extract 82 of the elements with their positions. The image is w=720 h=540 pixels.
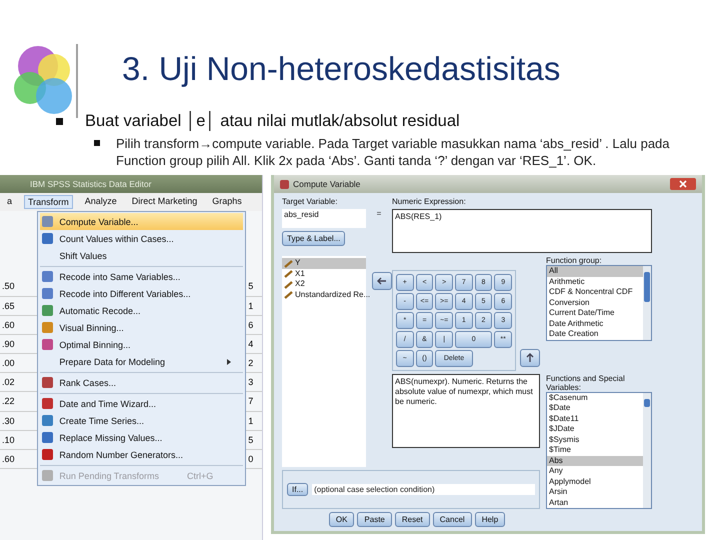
menu-item[interactable]: Count Values within Cases... — [40, 230, 244, 248]
list-item[interactable]: Current Date/Time — [547, 308, 643, 319]
list-item[interactable]: All — [547, 266, 643, 277]
type-label-button[interactable]: Type & Label... — [282, 230, 346, 246]
list-label: Function group: — [546, 256, 603, 266]
bullet-text: Buat variabel │e│ atau nilai mutlak/absolut residual — [85, 112, 460, 131]
menu-item[interactable]: Direct Marketing — [128, 195, 200, 210]
list-item[interactable]: Y — [282, 258, 366, 269]
if-button[interactable]: If... — [287, 483, 308, 496]
list-item[interactable]: Conversion — [547, 298, 643, 308]
equals-sign: = — [376, 209, 382, 220]
menu-item[interactable]: Optimal Binning... — [40, 336, 244, 354]
table-cell: 5 — [246, 430, 262, 450]
list-item[interactable]: Date Creation — [547, 329, 643, 340]
table-cell: 7 — [246, 392, 262, 412]
list-item[interactable]: Abs — [547, 456, 643, 466]
menu-item[interactable]: Shift Values — [40, 247, 244, 264]
menu-item[interactable]: Create Time Series... — [40, 412, 244, 430]
list-item[interactable]: Date Arithmetic — [547, 318, 643, 330]
menu-item[interactable]: Replace Missing Values... — [40, 429, 244, 446]
condition-field[interactable]: (optional case selection condition) — [312, 484, 535, 496]
field-label: Target Variable: — [282, 197, 338, 206]
table-cell: 0 — [246, 450, 262, 470]
scrollbar[interactable] — [643, 392, 651, 508]
expression-field[interactable]: ABS(RES_1) — [392, 209, 652, 254]
move-arrow-button[interactable] — [372, 272, 392, 290]
table-cell: 1 — [246, 412, 262, 431]
left-arrow-icon — [377, 277, 387, 286]
table-cell: 6 — [246, 316, 262, 335]
menu-item[interactable]: Prepare Data for Modeling — [40, 353, 244, 370]
description-box: ABS(numexpr). Numeric. Returns the absolute value of numexpr, which must be numeric. — [392, 374, 540, 448]
menu-item[interactable]: Transform — [24, 195, 73, 210]
dialog-button[interactable]: OK — [328, 512, 354, 527]
list-label: Functions and Special Variables: — [546, 374, 626, 392]
bullet-icon — [94, 140, 100, 146]
dialog-button[interactable]: Help — [474, 512, 506, 527]
list-item[interactable]: Arsin — [547, 487, 643, 498]
app-icon — [280, 180, 289, 189]
menu-item[interactable]: Recode into Different Variables... — [40, 285, 244, 302]
list-item[interactable]: X2 — [282, 279, 366, 290]
list-item[interactable]: Arithmetic — [547, 276, 643, 288]
menu-item[interactable]: Date and Time Wizard... — [40, 393, 244, 412]
menu-item[interactable]: Rank Cases... — [40, 372, 244, 392]
input-field[interactable]: abs_resid — [282, 209, 366, 228]
dialog-button[interactable]: Cancel — [432, 512, 472, 527]
menu-item[interactable]: Automatic Recode... — [40, 302, 244, 320]
dialog-button[interactable]: Paste — [357, 512, 392, 527]
close-button[interactable] — [670, 178, 696, 190]
close-icon — [679, 180, 687, 188]
bullet-icon — [56, 118, 63, 125]
list-item[interactable]: $Time — [547, 445, 643, 456]
menu-item[interactable]: Random Number Generators... — [40, 446, 244, 464]
menu-item[interactable]: a — [4, 195, 16, 210]
field-label: Numeric Expression: — [392, 197, 467, 206]
up-arrow-icon — [526, 352, 534, 362]
list-item[interactable]: $JDate — [547, 424, 643, 434]
window-title: IBM SPSS Statistics Data Editor — [30, 179, 152, 190]
slide-title: 3. Uji Non-heteroskedastisitas — [122, 50, 560, 88]
menu-item[interactable]: Analyze — [82, 195, 120, 210]
list-item[interactable]: Artan — [547, 498, 643, 508]
list-item[interactable]: $Date — [547, 403, 643, 414]
list-item[interactable]: Applymodel — [547, 476, 643, 487]
list-item[interactable]: X1 — [282, 268, 366, 280]
table-cell: 5 — [246, 277, 262, 296]
table-cell: 2 — [246, 354, 262, 374]
menu-item[interactable]: Recode into Same Variables... — [40, 266, 244, 286]
table-cell: 4 — [246, 334, 262, 354]
menu-item[interactable]: Compute Variable... — [40, 213, 244, 230]
list-item[interactable]: $Date11 — [547, 414, 643, 424]
list-item[interactable]: $Casenum — [547, 392, 643, 403]
list-item[interactable]: $Sysmis — [547, 434, 643, 445]
window-title: Compute Variable — [293, 179, 360, 190]
scrollbar[interactable] — [643, 266, 651, 340]
up-arrow-button[interactable] — [520, 348, 540, 366]
list-item[interactable]: CDF & Noncentral CDF — [547, 287, 643, 298]
table-cell: 3 — [246, 373, 262, 392]
bullet-text: Pilih transform→compute variable. Pada Target variable masukkan nama ‘abs_resid’ . Lalu pada Function group pilih All. Klik 2x pada ‘Abs’. Ganti tanda ‘?’ dengan var ‘RES_1’. OK. — [116, 135, 671, 170]
table-cell: 1 — [246, 296, 262, 316]
menu-item[interactable]: Graphs — [209, 195, 245, 210]
dialog-button[interactable]: Reset — [394, 512, 430, 527]
list-item[interactable]: Any — [547, 466, 643, 476]
menu-item[interactable]: Visual Binning... — [40, 319, 244, 336]
